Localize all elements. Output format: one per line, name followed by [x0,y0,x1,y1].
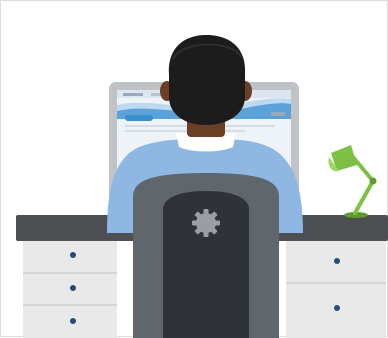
office-chair [133,173,279,338]
hair [168,35,246,125]
gear-icon [192,209,220,237]
right-drawer-cabinet [286,241,386,338]
drawer-knob [70,285,76,291]
drawer-knob [70,318,76,324]
illustration-frame [0,0,388,338]
drawer-knob [334,305,340,311]
office-worker-illustration [16,35,388,338]
desk-lamp-icon [328,145,377,218]
left-drawer-cabinet [23,241,117,338]
drawer-knob [334,258,340,264]
drawer-knob [70,252,76,258]
